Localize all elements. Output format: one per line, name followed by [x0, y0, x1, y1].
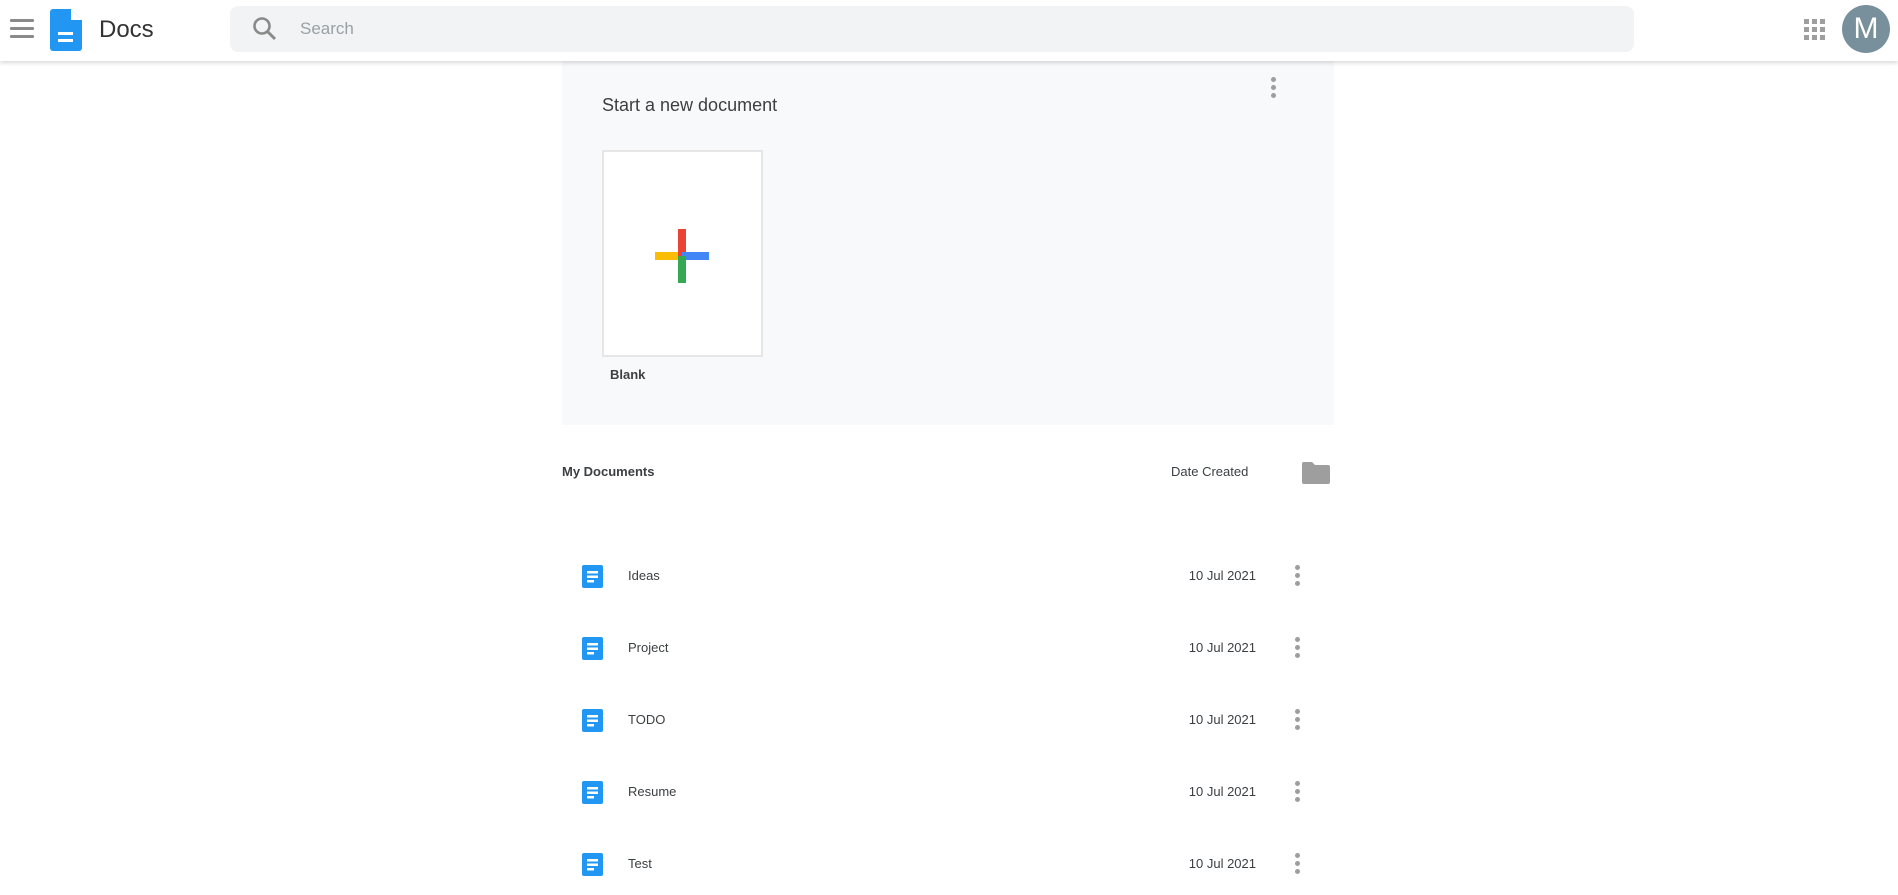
- folder-icon[interactable]: [1302, 462, 1330, 484]
- document-row[interactable]: Test 10 Jul 2021: [562, 834, 1334, 894]
- apps-grid-icon[interactable]: [1804, 19, 1825, 40]
- document-icon: [582, 781, 603, 804]
- document-date: 10 Jul 2021: [1188, 784, 1256, 799]
- document-name[interactable]: Ideas: [628, 568, 660, 583]
- search-input[interactable]: [300, 6, 1600, 52]
- search-icon[interactable]: [252, 16, 278, 42]
- document-more-icon[interactable]: [1292, 709, 1302, 731]
- document-date: 10 Jul 2021: [1188, 712, 1256, 727]
- app-title: Docs: [99, 16, 154, 43]
- document-more-icon[interactable]: [1292, 637, 1302, 659]
- menu-icon[interactable]: [10, 19, 34, 39]
- my-documents-heading: My Documents: [562, 464, 655, 479]
- document-row[interactable]: Project 10 Jul 2021: [562, 618, 1334, 678]
- top-bar: Docs M: [0, 0, 1898, 61]
- new-document-panel: Start a new document Blank: [562, 61, 1334, 425]
- document-name[interactable]: Project: [628, 640, 668, 655]
- panel-title: Start a new document: [602, 95, 778, 115]
- document-name[interactable]: Resume: [628, 784, 676, 799]
- document-more-icon[interactable]: [1292, 781, 1302, 803]
- document-date: 10 Jul 2021: [1188, 856, 1256, 871]
- blank-template-card[interactable]: [602, 150, 763, 357]
- document-icon: [582, 637, 603, 660]
- search-bar[interactable]: [230, 6, 1634, 52]
- document-name[interactable]: Test: [628, 856, 652, 871]
- document-more-icon[interactable]: [1292, 853, 1302, 875]
- sort-date-created[interactable]: Date Created: [1171, 464, 1248, 479]
- document-icon: [582, 565, 603, 588]
- document-row[interactable]: TODO 10 Jul 2021: [562, 690, 1334, 750]
- document-row[interactable]: Ideas 10 Jul 2021: [562, 546, 1334, 606]
- document-icon: [582, 853, 603, 876]
- avatar[interactable]: M: [1842, 5, 1890, 53]
- blank-template-label: Blank: [610, 367, 646, 382]
- document-row[interactable]: Resume 10 Jul 2021: [562, 762, 1334, 822]
- document-icon: [582, 709, 603, 732]
- docs-logo-icon: [50, 9, 82, 51]
- more-options-icon[interactable]: [1268, 77, 1278, 99]
- document-name[interactable]: TODO: [628, 712, 665, 727]
- document-date: 10 Jul 2021: [1188, 568, 1256, 583]
- document-more-icon[interactable]: [1292, 565, 1302, 587]
- plus-icon: [655, 229, 709, 283]
- document-date: 10 Jul 2021: [1188, 640, 1256, 655]
